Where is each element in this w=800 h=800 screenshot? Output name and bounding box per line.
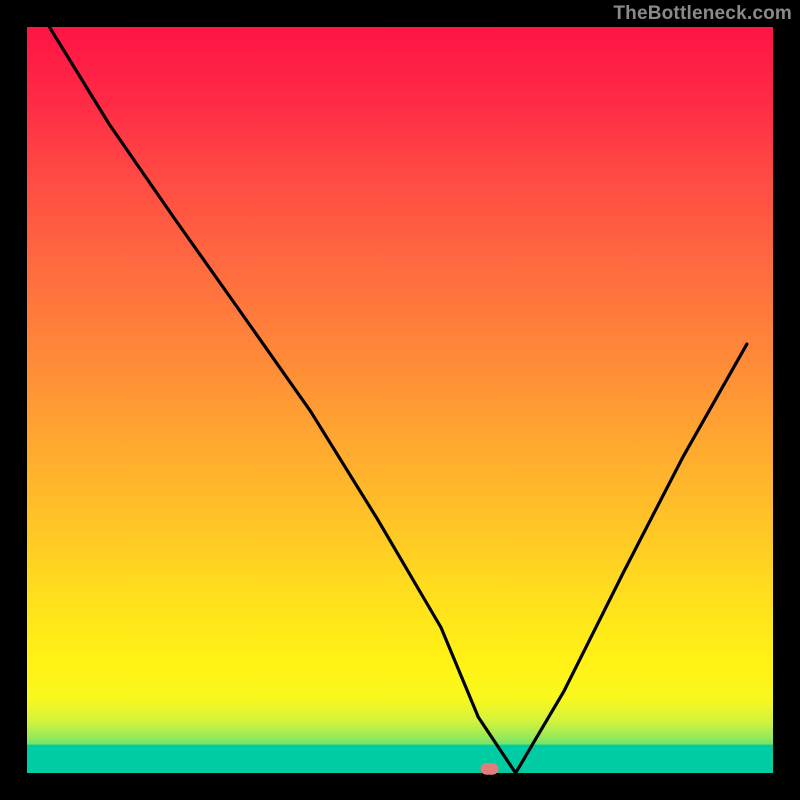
bottleneck-chart: [0, 0, 800, 800]
chart-stage: TheBottleneck.com: [0, 0, 800, 800]
plot-background: [27, 27, 773, 773]
bottleneck-marker: [481, 763, 499, 775]
watermark-text: TheBottleneck.com: [613, 3, 792, 25]
optimal-zone-band: [27, 745, 773, 773]
